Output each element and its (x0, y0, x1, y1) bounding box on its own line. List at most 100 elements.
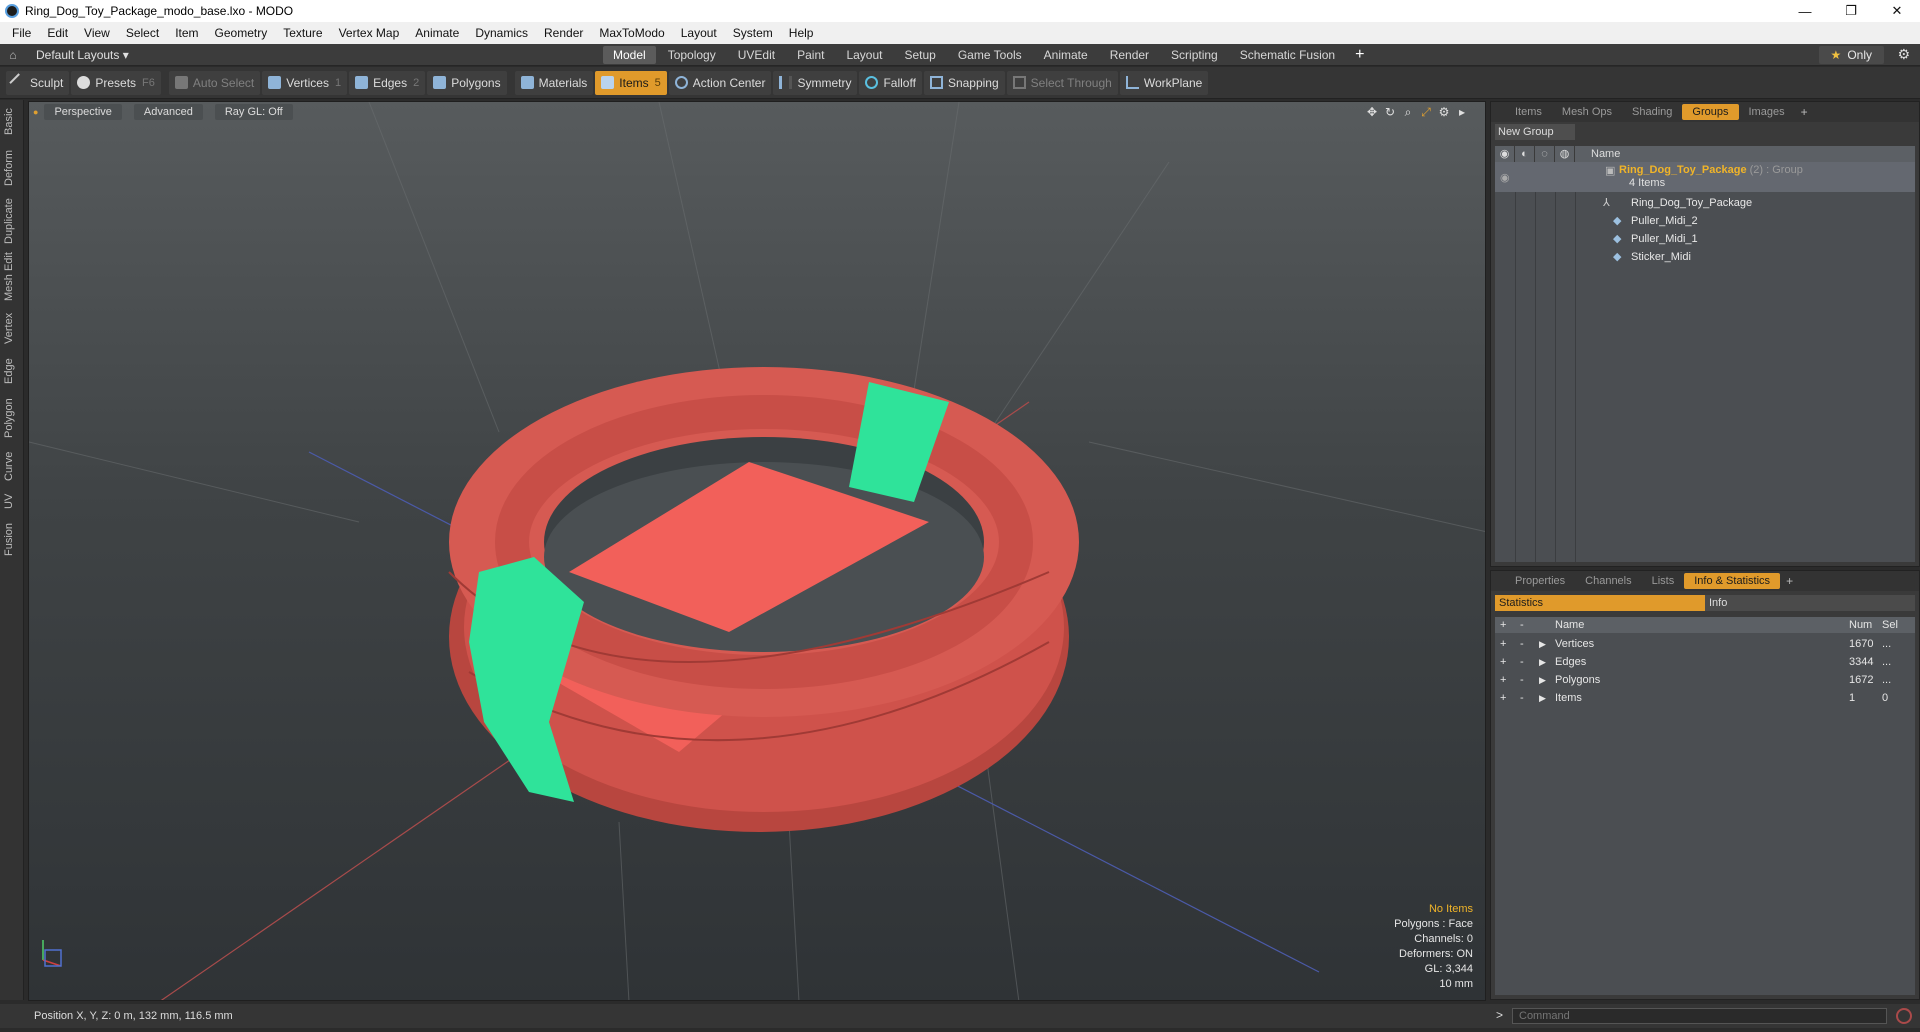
pan-icon[interactable]: ✥ (1363, 105, 1381, 120)
menu-render[interactable]: Render (536, 22, 591, 44)
list-item[interactable]: ◆ Puller_Midi_1 (1495, 230, 1915, 248)
close-button[interactable]: ✕ (1874, 0, 1920, 22)
only-toggle[interactable]: ★ Only (1818, 46, 1884, 64)
menu-select[interactable]: Select (118, 22, 167, 44)
vtab-curve[interactable]: Curve (3, 448, 21, 484)
symmetry-button[interactable]: Symmetry (773, 70, 858, 95)
tab-layout[interactable]: Layout (836, 46, 892, 64)
select-through-button[interactable]: Select Through (1006, 70, 1118, 95)
gear-icon[interactable]: ⚙ (1897, 46, 1910, 63)
raygl-button[interactable]: Ray GL: Off (214, 104, 293, 120)
default-layouts-dropdown[interactable]: Default Layouts ▾ (26, 48, 139, 62)
tab-lists[interactable]: Lists (1642, 571, 1685, 591)
add-panel-tab-button[interactable]: + (1795, 105, 1814, 119)
menu-file[interactable]: File (4, 22, 39, 44)
tab-topology[interactable]: Topology (658, 46, 726, 64)
items-button[interactable]: Items 5 (595, 70, 667, 95)
tab-channels[interactable]: Channels (1575, 571, 1641, 591)
tab-render[interactable]: Render (1100, 46, 1159, 64)
scene-canvas[interactable] (29, 102, 1486, 1001)
vtab-duplicate[interactable]: Duplicate (3, 196, 21, 246)
tab-setup[interactable]: Setup (894, 46, 945, 64)
table-row[interactable]: + - ▶ Vertices 1670 ... (1495, 635, 1915, 653)
zoom-icon[interactable]: ⌕ (1399, 105, 1417, 120)
tab-groups[interactable]: Groups (1682, 104, 1739, 120)
add-panel-tab-button[interactable]: + (1780, 574, 1799, 588)
layout-home-icon[interactable]: ⌂ (0, 48, 26, 62)
tab-uvedit[interactable]: UVEdit (728, 46, 785, 64)
tab-properties[interactable]: Properties (1505, 571, 1575, 591)
vtab-fusion[interactable]: Fusion (3, 518, 21, 560)
tab-info-statistics[interactable]: Info & Statistics (1684, 573, 1781, 589)
vtab-uv[interactable]: UV (3, 490, 21, 512)
polygons-button[interactable]: Polygons (427, 70, 507, 95)
fit-icon[interactable]: ⤢ (1417, 105, 1435, 120)
group-visibility-icon[interactable]: ◉ (1500, 169, 1510, 187)
snapping-button[interactable]: Snapping (923, 70, 1005, 95)
tab-model[interactable]: Model (603, 46, 656, 64)
perspective-button[interactable]: Perspective (44, 104, 122, 120)
action-center-button[interactable]: Action Center (668, 70, 772, 95)
table-row[interactable]: + - ▶ Polygons 1672 ... (1495, 671, 1915, 689)
command-input[interactable] (1512, 1008, 1887, 1024)
vtab-edge[interactable]: Edge (3, 354, 21, 388)
workplane-button[interactable]: WorkPlane (1119, 70, 1209, 95)
edges-button[interactable]: Edges 2 (349, 70, 426, 95)
vtab-mesh-edit[interactable]: Mesh Edit (3, 252, 21, 302)
menu-view[interactable]: View (76, 22, 118, 44)
vtab-deform[interactable]: Deform (3, 146, 21, 190)
vtab-polygon[interactable]: Polygon (3, 394, 21, 442)
menu-maxtomodo[interactable]: MaxToModo (591, 22, 672, 44)
rotate-icon[interactable]: ↻ (1381, 105, 1399, 120)
tab-shading[interactable]: Shading (1622, 102, 1682, 122)
vertices-button[interactable]: Vertices 1 (262, 70, 348, 95)
expand-arrow-icon[interactable]: ▶ (1539, 689, 1546, 707)
ring-dog-toy-model[interactable] (448, 367, 1079, 832)
maximize-button[interactable]: ❐ (1828, 0, 1874, 22)
vtab-vertex[interactable]: Vertex (3, 308, 21, 348)
tab-scripting[interactable]: Scripting (1161, 46, 1228, 64)
list-item[interactable]: ◆ Sticker_Midi (1495, 248, 1915, 266)
presets-button[interactable]: Presets F6 (71, 70, 161, 95)
sculpt-button[interactable]: Sculpt (6, 70, 70, 95)
add-tab-button[interactable]: + (1347, 46, 1372, 64)
falloff-button[interactable]: Falloff (859, 70, 922, 95)
materials-button[interactable]: Materials (514, 70, 594, 95)
3d-viewport[interactable]: ● Perspective Advanced Ray GL: Off ✥ ↻ ⌕… (28, 101, 1486, 1001)
expand-arrow-icon[interactable]: ▶ (1539, 671, 1546, 689)
menu-layout[interactable]: Layout (673, 22, 725, 44)
subtab-info[interactable]: Info (1705, 595, 1915, 611)
menu-system[interactable]: System (725, 22, 781, 44)
tab-animate[interactable]: Animate (1034, 46, 1098, 64)
tab-game-tools[interactable]: Game Tools (948, 46, 1032, 64)
auto-select-button[interactable]: Auto Select (168, 70, 261, 95)
menu-animate[interactable]: Animate (407, 22, 467, 44)
list-item[interactable]: ⅄ Ring_Dog_Toy_Package (1495, 194, 1915, 212)
menu-help[interactable]: Help (781, 22, 822, 44)
menu-edit[interactable]: Edit (39, 22, 76, 44)
minimize-button[interactable]: — (1782, 0, 1828, 22)
viewport-menu-icon[interactable]: ● (33, 107, 38, 117)
table-row[interactable]: + - ▶ Items 1 0 (1495, 689, 1915, 707)
tab-schematic-fusion[interactable]: Schematic Fusion (1230, 46, 1345, 64)
menu-texture[interactable]: Texture (275, 22, 330, 44)
group-row[interactable]: ◉ ▣ Ring_Dog_Toy_Package (2) : Group 4 I… (1495, 162, 1915, 192)
list-item[interactable]: ◆ Puller_Midi_2 (1495, 212, 1915, 230)
record-macro-icon[interactable] (1896, 1008, 1912, 1024)
advanced-button[interactable]: Advanced (133, 104, 203, 120)
subtab-statistics[interactable]: Statistics (1495, 595, 1705, 611)
menu-item[interactable]: Item (167, 22, 206, 44)
vtab-basic[interactable]: Basic (3, 104, 21, 140)
expand-arrow-icon[interactable]: ▶ (1539, 635, 1546, 653)
tab-mesh-ops[interactable]: Mesh Ops (1552, 102, 1622, 122)
menu-dynamics[interactable]: Dynamics (467, 22, 536, 44)
table-row[interactable]: + - ▶ Edges 3344 ... (1495, 653, 1915, 671)
new-group-button[interactable]: New Group (1495, 124, 1575, 140)
menu-vertex-map[interactable]: Vertex Map (331, 22, 408, 44)
menu-geometry[interactable]: Geometry (207, 22, 276, 44)
expand-arrow-icon[interactable]: ▸ (1453, 105, 1471, 120)
viewport-settings-icon[interactable]: ⚙ (1435, 105, 1453, 120)
tab-items[interactable]: Items (1505, 102, 1552, 122)
tab-images[interactable]: Images (1739, 102, 1795, 122)
expand-arrow-icon[interactable]: ▶ (1539, 653, 1546, 671)
